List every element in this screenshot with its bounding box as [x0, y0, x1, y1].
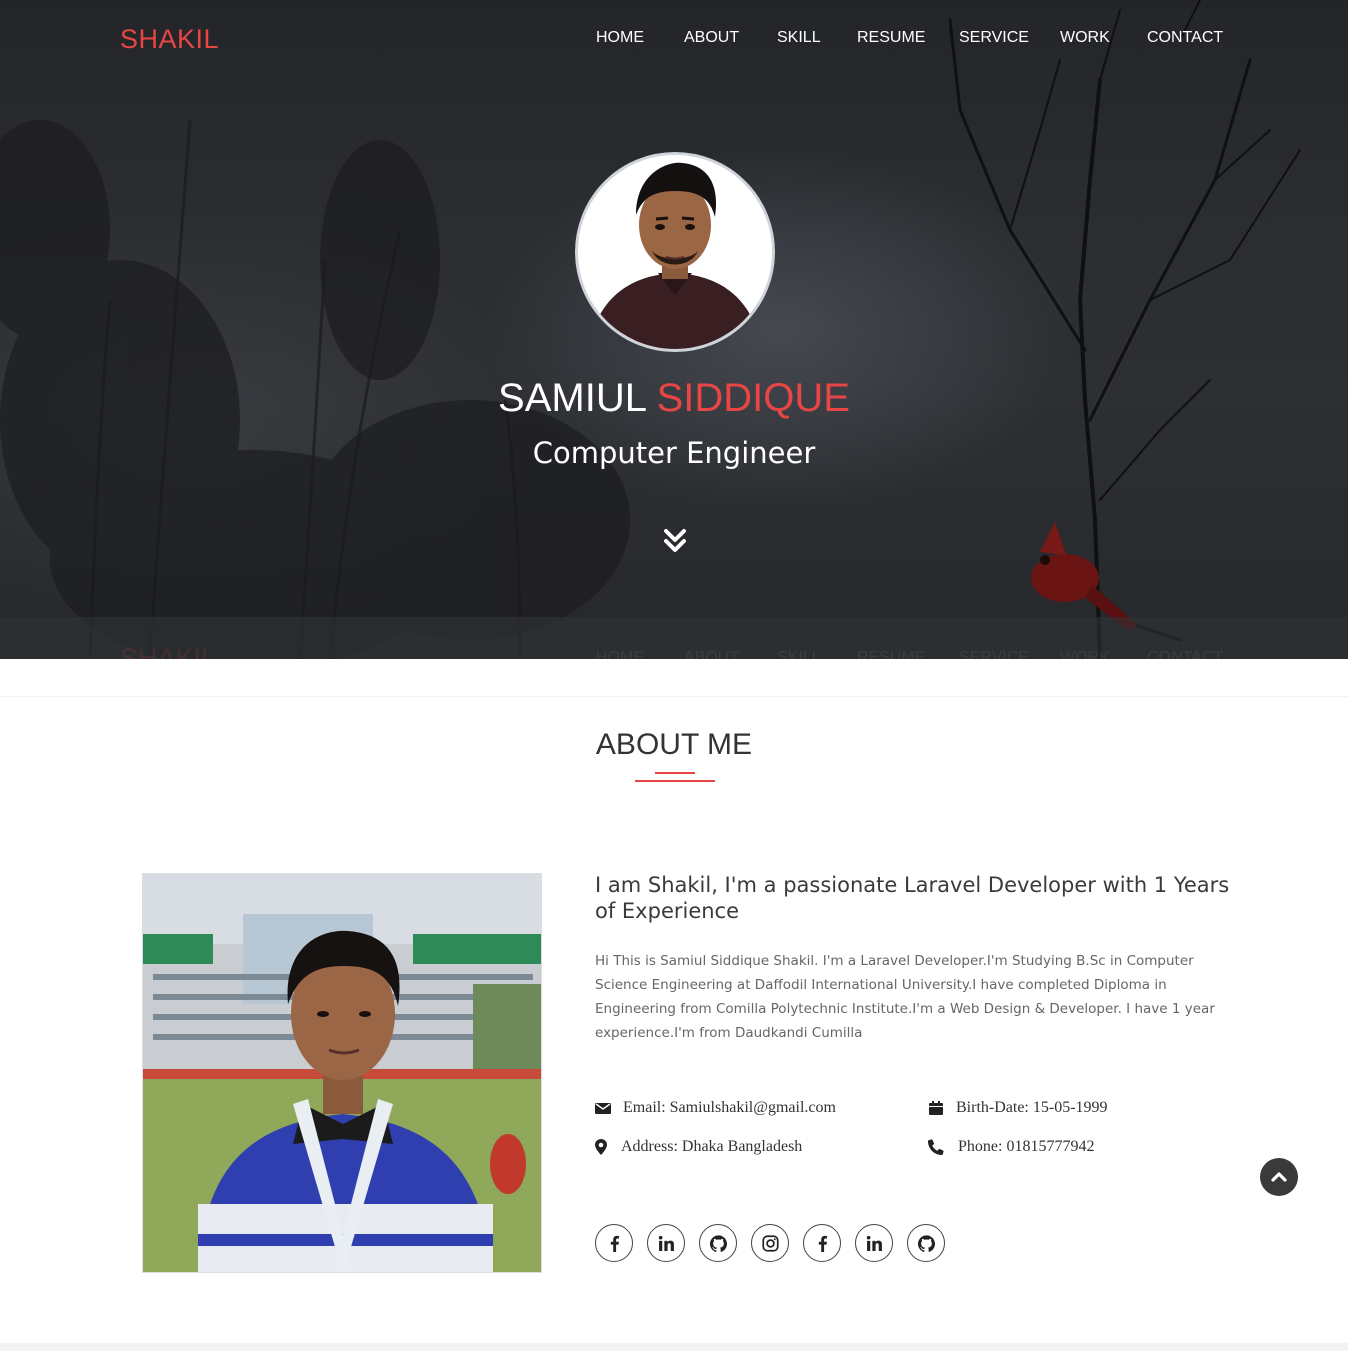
ghost-nav-home: HOME — [596, 649, 644, 659]
double-chevron-down-icon[interactable] — [662, 527, 688, 555]
linkedin-link[interactable] — [647, 1224, 685, 1262]
hero-section: SHAKIL HOME ABOUT SKILL RESUME SERVICE W… — [0, 0, 1348, 659]
nav-resume[interactable]: RESUME — [857, 29, 925, 47]
nav-skill[interactable]: SKILL — [777, 29, 821, 47]
about-title: ABOUT ME — [595, 728, 753, 761]
ghost-nav-contact: CONTACT — [1147, 649, 1224, 659]
envelope-icon — [595, 1100, 611, 1116]
phone-info: Phone: 01815777942 — [928, 1137, 1094, 1157]
ghost-nav-work: WORK — [1060, 649, 1110, 659]
ghost-logo: SHAKIL — [120, 643, 217, 659]
hero-last-name: SIDDIQUE — [656, 376, 850, 420]
back-to-top-button[interactable] — [1260, 1158, 1298, 1196]
profile-portrait — [578, 155, 772, 349]
github-link[interactable] — [699, 1224, 737, 1262]
linkedin-icon — [658, 1235, 674, 1251]
phone-text: Phone: 01815777942 — [958, 1138, 1095, 1155]
email-info: Email: Samiulshakil@gmail.com — [595, 1098, 836, 1118]
map-marker-icon — [595, 1139, 607, 1155]
linkedin-link-2[interactable] — [855, 1224, 893, 1262]
birth-date-info: Birth-Date: 15-05-1999 — [928, 1098, 1108, 1118]
calendar-icon — [928, 1100, 944, 1116]
next-section-edge — [0, 1343, 1348, 1351]
section-divider — [0, 696, 1348, 697]
facebook-icon — [818, 1235, 827, 1252]
linkedin-icon — [866, 1235, 882, 1251]
about-portrait-image — [143, 874, 541, 1272]
ghost-nav-service: SERVICE — [959, 649, 1029, 659]
title-underline-short — [655, 772, 695, 774]
sticky-header-ghost: SHAKIL HOME ABOUT SKILL RESUME SERVICE W… — [0, 617, 1348, 659]
ghost-nav-resume: RESUME — [857, 649, 926, 659]
instagram-icon — [761, 1234, 779, 1252]
nav-home[interactable]: HOME — [596, 29, 644, 47]
ghost-nav-about: ABOUT — [684, 649, 740, 659]
nav-work[interactable]: WORK — [1060, 29, 1110, 47]
hero-role: Computer Engineer — [532, 436, 816, 470]
hero-name: SAMIUL SIDDIQUE — [0, 376, 1348, 421]
main-nav: HOME ABOUT SKILL RESUME SERVICE WORK CON… — [0, 29, 1348, 51]
birth-date-text: Birth-Date: 15-05-1999 — [956, 1099, 1108, 1116]
ghost-nav-skill: SKILL — [777, 649, 821, 659]
email-text: Email: Samiulshakil@gmail.com — [623, 1099, 836, 1116]
hero-first-name: SAMIUL — [498, 376, 646, 420]
phone-icon — [928, 1139, 944, 1155]
facebook-icon — [610, 1235, 619, 1252]
nav-about[interactable]: ABOUT — [684, 29, 739, 47]
address-text: Address: Dhaka Bangladesh — [621, 1138, 803, 1155]
title-underline-long — [635, 780, 715, 782]
about-photo — [142, 873, 542, 1273]
facebook-link-2[interactable] — [803, 1224, 841, 1262]
github-icon — [917, 1234, 935, 1252]
facebook-link[interactable] — [595, 1224, 633, 1262]
profile-avatar — [575, 152, 775, 352]
github-icon — [709, 1234, 727, 1252]
about-description: Hi This is Samiul Siddique Shakil. I'm a… — [595, 953, 1215, 1041]
instagram-link[interactable] — [751, 1224, 789, 1262]
github-link-2[interactable] — [907, 1224, 945, 1262]
nav-service[interactable]: SERVICE — [959, 29, 1029, 47]
address-info: Address: Dhaka Bangladesh — [595, 1137, 802, 1157]
about-heading: I am Shakil, I'm a passionate Laravel De… — [595, 873, 1230, 923]
chevron-up-icon — [1271, 1172, 1287, 1182]
nav-contact[interactable]: CONTACT — [1147, 29, 1223, 47]
